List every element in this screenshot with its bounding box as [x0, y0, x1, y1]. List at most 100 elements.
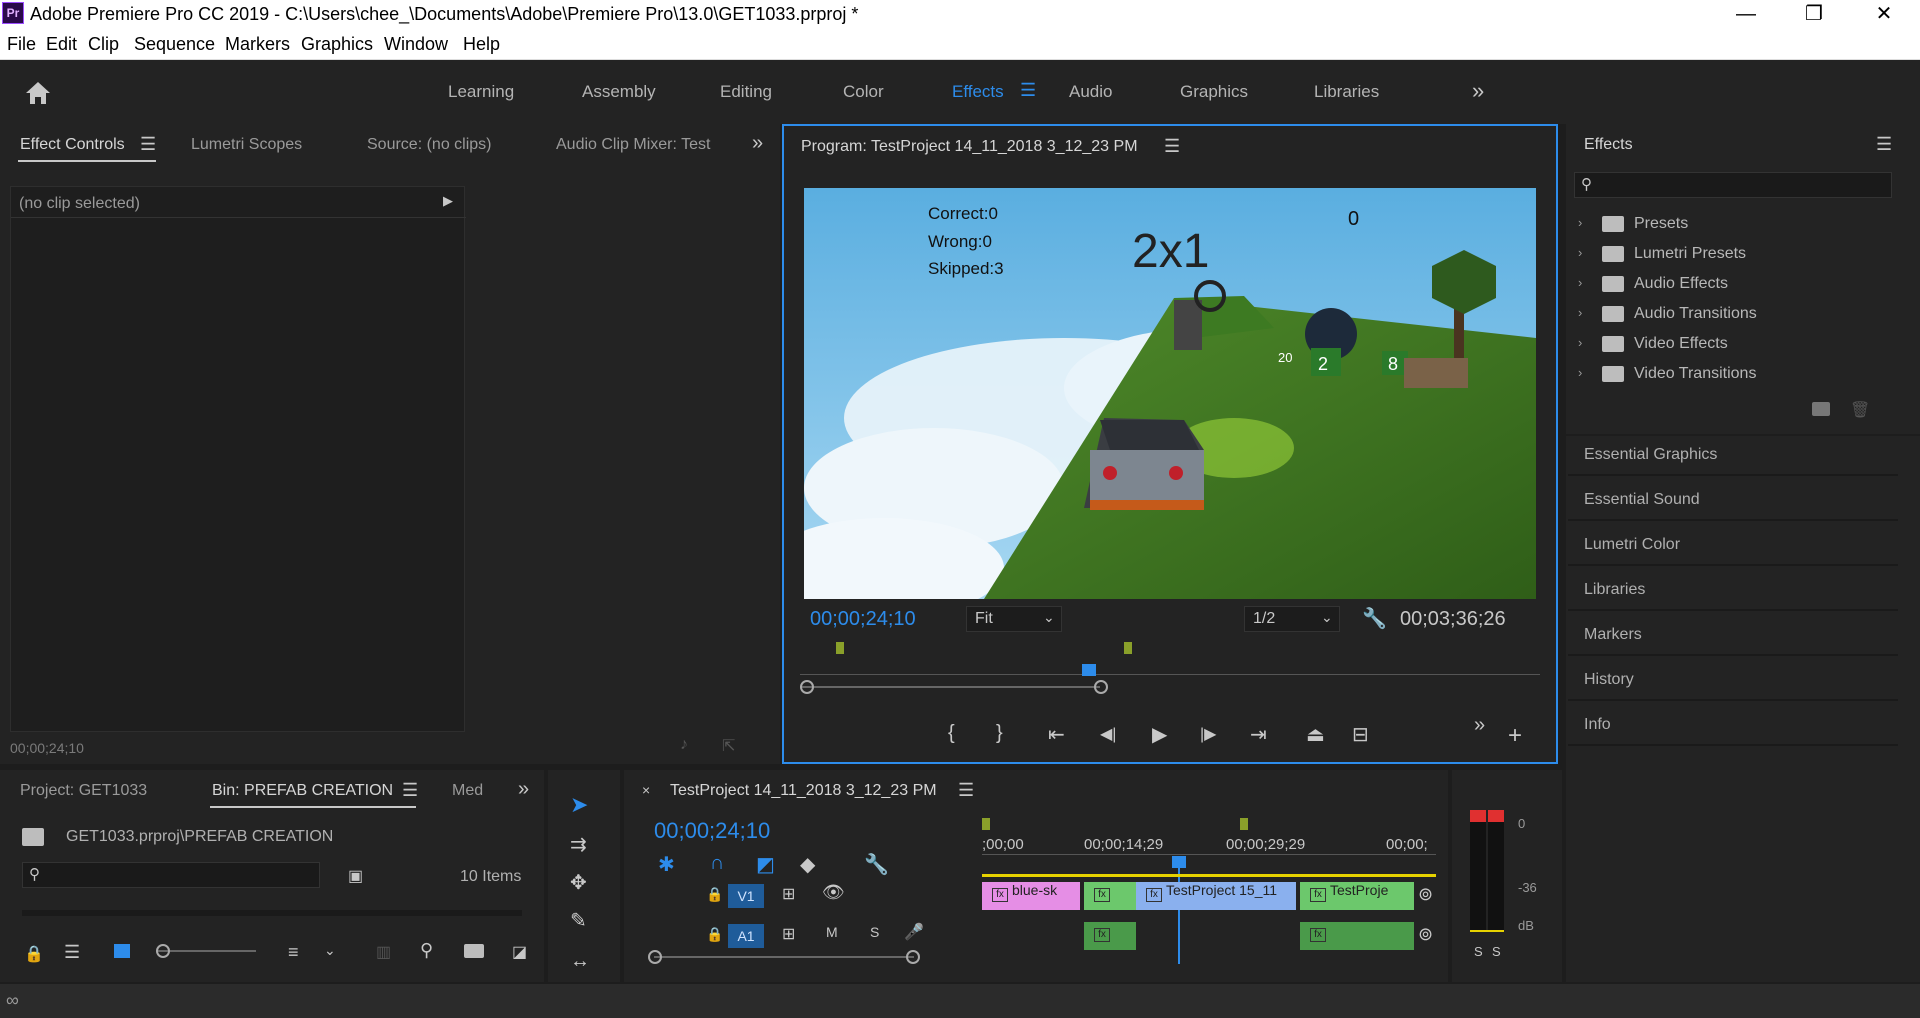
- microphone-icon[interactable]: 🎤: [904, 922, 924, 942]
- effects-search-input[interactable]: ⚲: [1574, 172, 1892, 198]
- tab-bin[interactable]: Bin: PREFAB CREATION: [212, 782, 393, 800]
- panel-overflow-icon[interactable]: »: [752, 132, 763, 155]
- clip-blue-sky[interactable]: fx blue-sk: [982, 882, 1080, 910]
- panel-overflow-icon[interactable]: »: [518, 778, 529, 801]
- menu-window[interactable]: Window: [384, 34, 448, 55]
- zoom-select[interactable]: Fit ⌄: [966, 606, 1062, 632]
- new-bin-icon[interactable]: [464, 944, 484, 958]
- menu-sequence[interactable]: Sequence: [134, 34, 215, 55]
- timeline-settings-wrench-icon[interactable]: 🔧: [864, 852, 889, 877]
- folder-video-transitions[interactable]: › Video Transitions: [1572, 360, 1892, 390]
- go-to-in-icon[interactable]: ⇤: [1048, 722, 1065, 747]
- close-tab-icon[interactable]: ×: [642, 782, 650, 798]
- tab-effect-controls[interactable]: Effect Controls: [20, 136, 125, 154]
- workspace-color[interactable]: Color: [843, 82, 884, 102]
- track-lock-icon[interactable]: 🔒: [706, 926, 723, 943]
- transport-overflow-icon[interactable]: »: [1474, 714, 1485, 737]
- razor-tool-icon[interactable]: ✎: [570, 908, 587, 933]
- marker-icon[interactable]: [1124, 642, 1132, 654]
- selection-tool-icon[interactable]: ➤: [570, 792, 588, 818]
- audio-clip[interactable]: fx: [1084, 922, 1136, 950]
- list-view-icon[interactable]: ☰: [64, 942, 80, 963]
- close-button[interactable]: ✕: [1860, 0, 1908, 28]
- solo-right-button[interactable]: S: [1492, 944, 1501, 959]
- workspace-overflow-icon[interactable]: »: [1472, 78, 1484, 104]
- slip-tool-icon[interactable]: ↔: [570, 950, 590, 973]
- scroll-handle-right[interactable]: [1094, 680, 1108, 694]
- menu-edit[interactable]: Edit: [46, 34, 77, 55]
- time-ruler[interactable]: [800, 674, 1540, 675]
- effects-menu-icon[interactable]: ☰: [1876, 134, 1892, 155]
- zoom-scrollbar[interactable]: [800, 686, 1100, 688]
- go-to-out-icon[interactable]: ⇥: [1250, 722, 1267, 747]
- chevron-right-icon[interactable]: ›: [1578, 215, 1582, 230]
- chevron-right-icon[interactable]: ›: [1578, 275, 1582, 290]
- resolution-select[interactable]: 1/2 ⌄: [1244, 606, 1340, 632]
- folder-presets[interactable]: › Presets: [1572, 210, 1892, 240]
- timeline-menu-icon[interactable]: ☰: [958, 780, 974, 801]
- track-scroll-icon[interactable]: ⊚: [1418, 924, 1433, 945]
- zoom-slider-handle[interactable]: [156, 944, 170, 958]
- tab-project[interactable]: Project: GET1033: [20, 782, 147, 800]
- zoom-handle-left[interactable]: [648, 950, 662, 964]
- clip-green-small[interactable]: fx: [1084, 882, 1136, 910]
- timeline-zoom-scrollbar[interactable]: [654, 956, 914, 958]
- menu-graphics[interactable]: Graphics: [301, 34, 373, 55]
- menu-help[interactable]: Help: [463, 34, 500, 55]
- mark-out-icon[interactable]: }: [996, 722, 1003, 745]
- work-area-bar[interactable]: [982, 874, 1436, 877]
- tab-media[interactable]: Med: [452, 782, 483, 800]
- export-icon[interactable]: ⇱: [722, 736, 735, 756]
- chevron-right-icon[interactable]: ›: [1578, 245, 1582, 260]
- new-item-icon[interactable]: ◪: [512, 942, 527, 962]
- panel-libraries[interactable]: Libraries: [1584, 581, 1645, 599]
- panel-lumetri-color[interactable]: Lumetri Color: [1584, 536, 1680, 554]
- automate-icon[interactable]: ▥: [376, 942, 391, 962]
- zoom-handle-right[interactable]: [906, 950, 920, 964]
- step-forward-icon[interactable]: |▶: [1200, 724, 1216, 744]
- chevron-right-icon[interactable]: ›: [1578, 365, 1582, 380]
- track-select-tool-icon[interactable]: ⇉: [570, 832, 587, 857]
- export-audio-icon[interactable]: ♪: [680, 736, 688, 754]
- chevron-down-icon[interactable]: ⌄: [324, 942, 336, 959]
- track-a1-target[interactable]: A1: [728, 924, 764, 948]
- find-icon[interactable]: ▣: [348, 866, 363, 886]
- folder-audio-transitions[interactable]: › Audio Transitions: [1572, 300, 1892, 330]
- lift-icon[interactable]: ⏏: [1306, 722, 1325, 747]
- add-button-icon[interactable]: +: [1508, 722, 1522, 750]
- chevron-right-icon[interactable]: ›: [1578, 305, 1582, 320]
- timeline-title[interactable]: TestProject 14_11_2018 3_12_23 PM: [670, 782, 937, 800]
- clip-testproject-15[interactable]: fx TestProject 15_11: [1136, 882, 1296, 910]
- clip-testproject[interactable]: fx TestProje: [1300, 882, 1414, 910]
- folder-audio-effects[interactable]: › Audio Effects: [1572, 270, 1892, 300]
- creative-cloud-icon[interactable]: ∞: [6, 990, 19, 1011]
- bin-menu-icon[interactable]: ☰: [402, 780, 418, 801]
- track-lock-icon[interactable]: 🔒: [706, 886, 723, 903]
- track-sync-icon[interactable]: ⊞: [782, 924, 795, 944]
- mark-in-icon[interactable]: {: [948, 722, 955, 745]
- timeline-timecode[interactable]: 00;00;24;10: [654, 818, 770, 844]
- workspace-audio[interactable]: Audio: [1069, 82, 1112, 102]
- marker-icon[interactable]: [982, 818, 990, 830]
- add-marker-icon[interactable]: ◆: [800, 852, 815, 877]
- video-frame[interactable]: Correct:0 Wrong:0 Skipped:3 2x1 0 20 2 8: [804, 188, 1536, 599]
- folder-lumetri-presets[interactable]: › Lumetri Presets: [1572, 240, 1892, 270]
- zoom-slider[interactable]: [156, 950, 256, 952]
- trash-icon[interactable]: 🗑: [1850, 400, 1870, 420]
- new-bin-icon[interactable]: [1812, 402, 1830, 416]
- sort-icon[interactable]: ≡: [288, 942, 299, 963]
- program-menu-icon[interactable]: ☰: [1164, 136, 1180, 157]
- tab-audio-clip-mixer[interactable]: Audio Clip Mixer: Test: [556, 136, 710, 154]
- solo-left-button[interactable]: S: [1474, 944, 1483, 959]
- program-current-timecode[interactable]: 00;00;24;10: [810, 608, 916, 631]
- track-scroll-icon[interactable]: ⊚: [1418, 884, 1433, 905]
- panel-menu-icon[interactable]: ☰: [140, 134, 156, 155]
- minimize-button[interactable]: —: [1722, 0, 1770, 28]
- menu-markers[interactable]: Markers: [225, 34, 290, 55]
- workspace-assembly[interactable]: Assembly: [582, 82, 656, 102]
- tab-source[interactable]: Source: (no clips): [367, 136, 492, 154]
- workspace-learning[interactable]: Learning: [448, 82, 514, 102]
- track-sync-icon[interactable]: ⊞: [782, 884, 795, 904]
- clip-indicator-left[interactable]: [1470, 810, 1486, 822]
- menu-clip[interactable]: Clip: [88, 34, 119, 55]
